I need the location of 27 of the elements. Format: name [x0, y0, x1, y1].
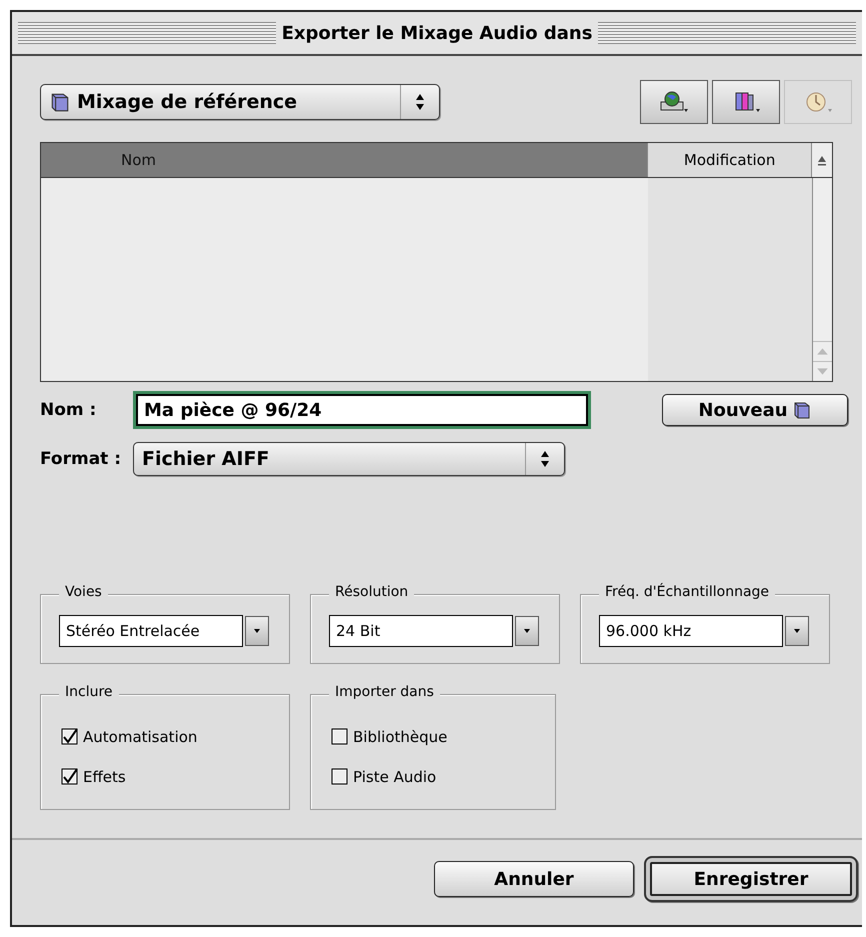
name-field[interactable]: Ma pièce @ 96/24 — [136, 394, 588, 426]
folder-icon — [49, 91, 71, 113]
up-down-arrows-icon — [414, 93, 426, 111]
checkbox-label: Automatisation — [83, 728, 198, 746]
window-title: Exporter le Mixage Audio dans — [282, 22, 592, 44]
column-header[interactable]: Modification — [648, 143, 812, 177]
checkbox[interactable] — [61, 768, 79, 786]
new-folder-button[interactable]: Nouveau — [662, 394, 848, 426]
bookmark-icon[interactable] — [712, 80, 780, 124]
format-popup[interactable]: Fichier AIFF — [133, 442, 566, 476]
checkbox-label: Effets — [83, 768, 126, 786]
up-down-arrows-icon — [539, 450, 552, 468]
name-label: Nom : — [40, 400, 98, 420]
column-header[interactable]: Nom — [41, 143, 648, 177]
cancel-button[interactable]: Annuler — [434, 861, 634, 897]
group-title: Fréq. d'Échantillonnage — [599, 584, 776, 600]
checkbox-label: Bibliothèque — [353, 728, 448, 746]
drive-icon[interactable] — [640, 80, 708, 124]
checkbox-label: Piste Audio — [353, 768, 436, 786]
format-label: Format : — [40, 449, 122, 469]
checkbox[interactable] — [61, 728, 79, 746]
save-button[interactable]: Enregistrer — [644, 856, 858, 902]
checkbox[interactable] — [331, 768, 349, 786]
checkbox[interactable] — [331, 728, 349, 746]
folder-icon — [792, 400, 812, 420]
location-popup[interactable]: Mixage de référence — [40, 84, 440, 120]
group-title: Importer dans — [329, 684, 440, 700]
